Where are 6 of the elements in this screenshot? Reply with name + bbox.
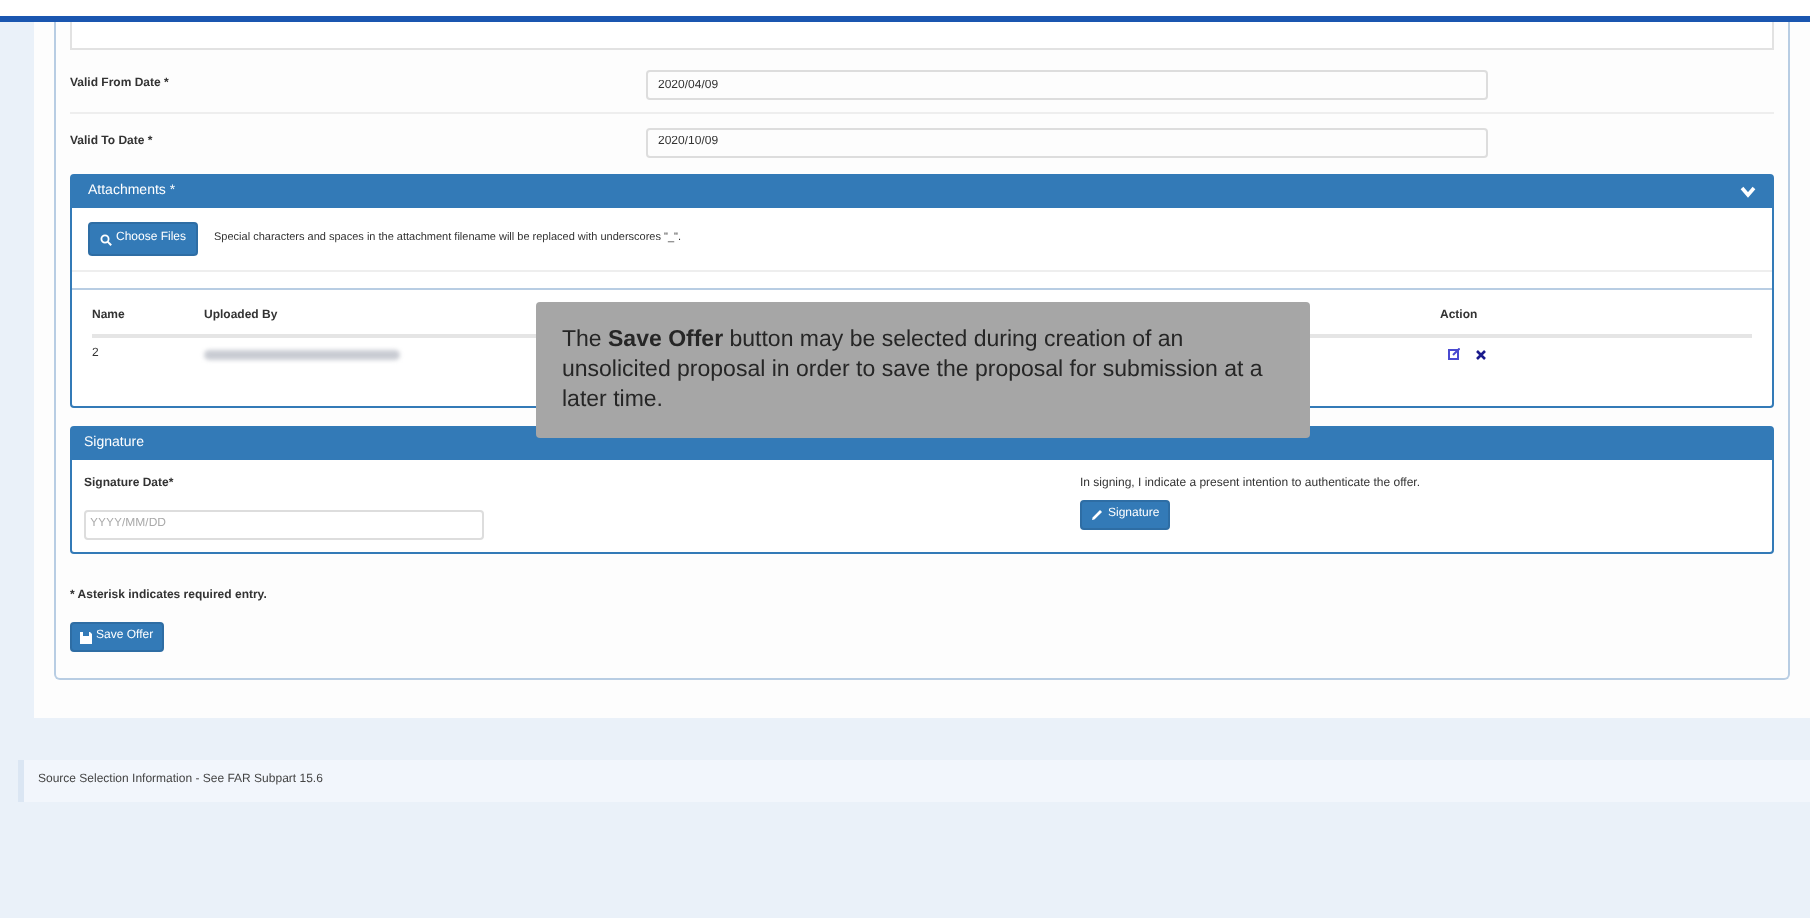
close-icon[interactable] — [1476, 349, 1486, 359]
chevron-down-icon[interactable] — [1740, 186, 1756, 198]
tooltip: The Save Offer button may be selected during creation of an unsolicited proposal in order to save the proposal for submission at a later time. — [536, 302, 1310, 438]
search-icon — [100, 233, 112, 245]
edit-icon[interactable] — [1448, 348, 1460, 360]
pencil-icon — [1090, 508, 1104, 522]
